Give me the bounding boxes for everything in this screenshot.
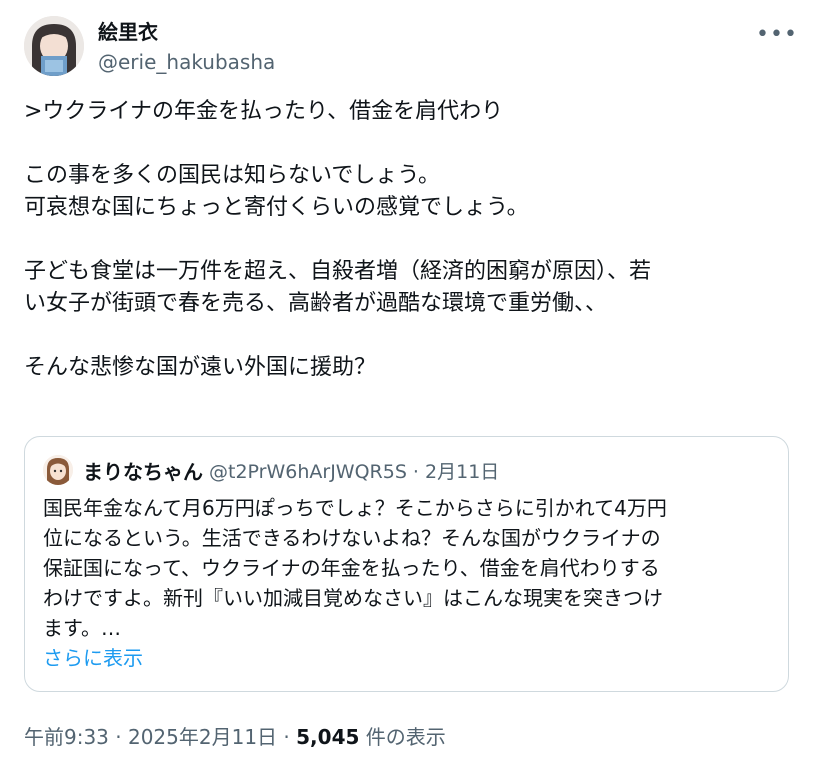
views-count: 5,045 — [296, 725, 360, 749]
post-line: 子ども食堂は一万件を超え、自殺者増（経済的困窮が原因）、若 — [24, 259, 652, 284]
post-header: 絵里衣 @erie_hakubasha ••• — [24, 16, 797, 78]
post-line: この事を多くの国民は知らないでしょう。 — [24, 163, 441, 188]
more-horizontal-icon[interactable]: ••• — [756, 22, 797, 47]
post-line: >ウクライナの年金を払ったり、借金を肩代わり — [24, 99, 504, 124]
quoted-post-card[interactable]: まりなちゃん @t2PrW6hArJWQR5S · 2月11日 国民年金なんて月… — [24, 436, 789, 692]
show-more-link[interactable]: さらに表示 — [43, 643, 143, 673]
views-label: 件の表示 — [359, 725, 446, 749]
author-avatar[interactable] — [24, 16, 84, 76]
post-line: そんな悲惨な国が遠い外国に援助？ — [24, 355, 377, 380]
post-text: >ウクライナの年金を払ったり、借金を肩代わり この事を多くの国民は知らないでしょ… — [24, 96, 791, 384]
quoted-line: 保証国になって、ウクライナの年金を払ったり、借金を肩代わりする — [43, 556, 660, 580]
post-line: 可哀想な国にちょっと寄付くらいの感覚でしょう。 — [24, 195, 529, 220]
quoted-line: 位になるという。生活できるわけないよね？そんな国がウクライナの — [43, 526, 661, 550]
quoted-line: わけですよ。新刊『いい加減目覚めなさい』はこんな現実を突きつけ — [43, 586, 663, 610]
post-timestamp[interactable]: 午前9:33 · 2025年2月11日 · — [24, 725, 296, 749]
quoted-line: 国民年金なんて月6万円ぽっちでしょ？そこからさらに引かれて4万円 — [43, 496, 667, 520]
quoted-line: ます。… — [43, 616, 121, 640]
quoted-author-avatar — [43, 455, 73, 485]
quoted-author-name: まりなちゃん — [83, 459, 203, 484]
quoted-text: 国民年金なんて月6万円ぽっちでしょ？そこからさらに引かれて4万円 位になるという… — [43, 493, 771, 643]
author-display-name[interactable]: 絵里衣 — [98, 18, 275, 46]
quoted-meta: @t2PrW6hArJWQR5S · 2月11日 — [209, 460, 500, 483]
author-handle[interactable]: @erie_hakubasha — [98, 48, 275, 76]
post-line: い女子が街頭で春を売る、高齢者が過酷な環境で重労働、、 — [24, 291, 608, 316]
post-footer: 午前9:33 · 2025年2月11日 · 5,045 件の表示 — [24, 722, 446, 752]
